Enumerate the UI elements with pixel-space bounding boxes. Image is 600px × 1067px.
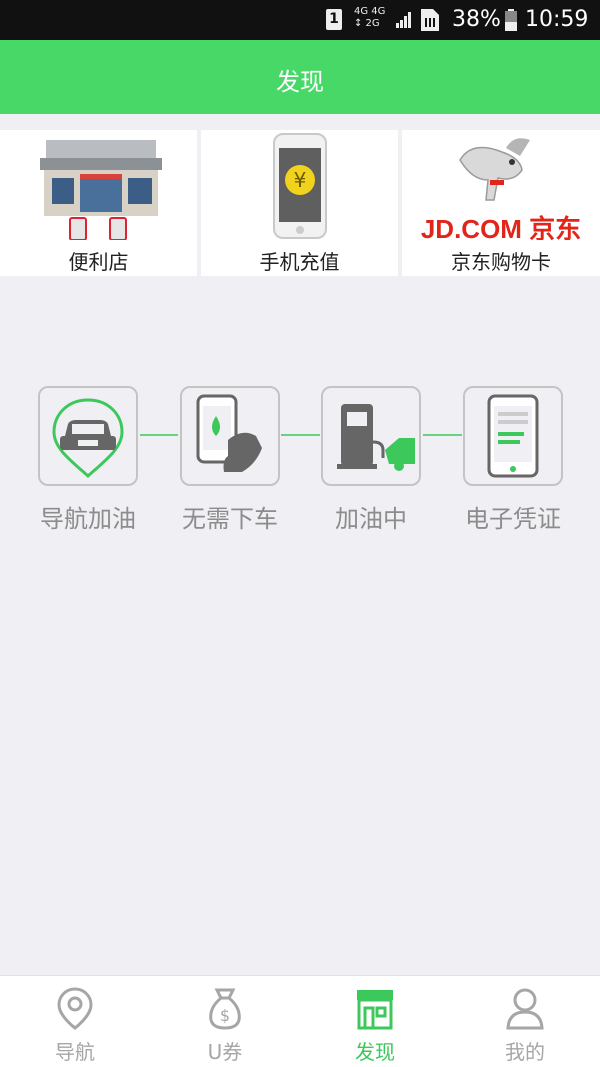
svg-text:¥: ¥ [294,168,307,192]
svg-text:JD.COM 京东: JD.COM 京东 [421,214,581,240]
header-bar: 发现 [0,40,600,114]
tab-discover[interactable]: 发现 [300,976,450,1067]
service-label: 便利店 [68,250,129,274]
service-phone-recharge[interactable]: ¥ 手机充值 [201,130,398,276]
gas-station-store-icon [40,140,162,240]
sim-card-icon [421,9,439,31]
battery-percent: 38% [452,7,501,32]
step-label: 加油中 [335,505,407,533]
phone-recharge-icon: ¥ [273,133,327,239]
car-location-icon [52,398,124,479]
tab-profile[interactable]: 我的 [450,976,600,1067]
service-convenience-store[interactable]: 便利店 [0,130,197,276]
battery-icon [505,9,517,31]
bottom-tab-bar: 导航 $ U券 发现 我的 [0,975,600,1067]
signal-icon [396,12,411,28]
service-grid: 便利店 ¥ 手机充值 JD.COM 京东 京东购物卡 [0,130,600,276]
tab-navigation[interactable]: 导航 [0,976,150,1067]
svg-text:$: $ [220,1006,230,1025]
step-connector [423,434,462,436]
service-label: 手机充值 [259,250,340,274]
user-icon [506,988,544,1030]
tab-label: U券 [207,1040,243,1064]
tab-label: 我的 [505,1040,545,1064]
step-label: 导航加油 [40,505,136,533]
process-steps: 导航加油 无需下车 加油中 电子凭证 [0,386,600,536]
storefront-icon [357,990,393,1030]
status-bar: 1 4G 4G ↕ 2G 38% 10:59 [0,0,600,40]
jd-logo-icon: JD.COM 京东 [421,138,581,240]
step-label: 电子凭证 [465,505,561,533]
phone-pay-icon [196,394,262,472]
sim-slot-indicator: 1 [326,9,342,30]
tab-label: 发现 [355,1040,395,1064]
clock: 10:59 [525,7,589,32]
service-jd-card[interactable]: JD.COM 京东 京东购物卡 [402,130,600,276]
money-bag-icon: $ [209,988,241,1030]
step-connector [281,434,320,436]
network-indicator: 4G 4G ↕ 2G [354,6,386,29]
page-title: 发现 [276,68,324,96]
step-label: 无需下车 [182,505,278,533]
service-label: 京东购物卡 [451,250,551,274]
location-pin-icon [57,987,93,1030]
tab-coupons[interactable]: $ U券 [150,976,300,1067]
fuel-pump-icon [337,404,415,471]
tab-label: 导航 [55,1040,95,1064]
e-receipt-icon [487,394,539,478]
step-connector [140,434,178,436]
